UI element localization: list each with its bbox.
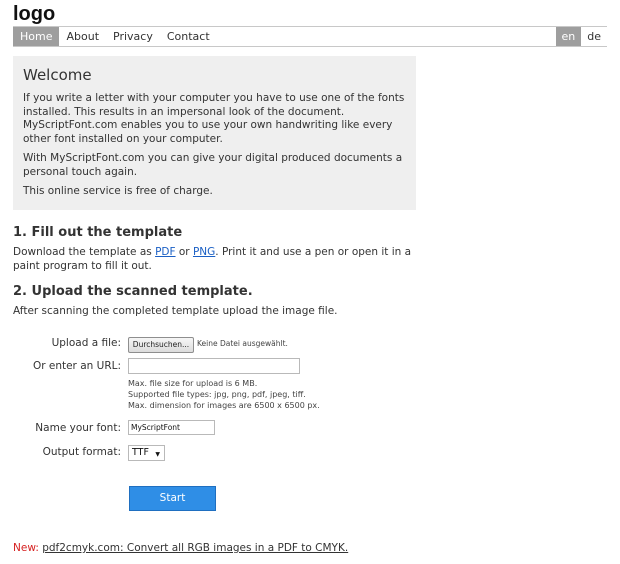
welcome-paragraph-2: With MyScriptFont.com you can give your …	[23, 152, 403, 178]
url-input[interactable]	[128, 358, 300, 374]
chevron-down-icon: ▼	[155, 451, 160, 458]
step1-text-or: or	[175, 246, 193, 258]
upload-label: Upload a file:	[51, 337, 121, 349]
welcome-paragraph-1: If you write a letter with your computer…	[23, 92, 405, 145]
nav-home[interactable]: Home	[13, 27, 60, 46]
new-label: New:	[13, 542, 39, 554]
step1-text-before: Download the template as	[13, 246, 156, 258]
dimension-info: Max. dimension for images are 6500 x 650…	[128, 401, 320, 410]
step1-heading: 1. Fill out the template	[13, 225, 183, 240]
output-format-select[interactable]: TTF ▼	[128, 445, 165, 461]
welcome-title: Welcome	[23, 66, 92, 84]
welcome-box: Welcome If you write a letter with your …	[13, 56, 416, 210]
nav-privacy[interactable]: Privacy	[106, 27, 160, 46]
language-switcher: en de	[555, 27, 608, 46]
url-label: Or enter an URL:	[32, 360, 121, 372]
browse-button[interactable]: Durchsuchen...	[128, 337, 194, 353]
no-file-status: Keine Datei ausgewählt.	[197, 339, 288, 348]
pdf2cmyk-link[interactable]: pdf2cmyk.com: Convert all RGB images in …	[42, 542, 348, 554]
step1-text: Download the template as PDF or PNG. Pri…	[13, 245, 423, 273]
font-name-label: Name your font:	[35, 422, 121, 434]
lang-en[interactable]: en	[555, 27, 582, 46]
nav-about[interactable]: About	[59, 27, 106, 46]
start-button[interactable]: Start	[129, 486, 216, 511]
welcome-paragraph-3: This online service is free of charge.	[23, 185, 213, 197]
file-size-info: Max. file size for upload is 6 MB.	[128, 379, 258, 388]
font-name-input[interactable]: MyScriptFont	[128, 420, 215, 435]
nav-contact[interactable]: Contact	[160, 27, 217, 46]
main-nav: Home About Privacy Contact	[13, 27, 217, 46]
step2-text: After scanning the completed template up…	[13, 305, 338, 317]
logo[interactable]: logo	[13, 3, 55, 26]
png-template-link[interactable]: PNG	[193, 246, 215, 258]
output-format-label: Output format:	[42, 446, 121, 458]
lang-de[interactable]: de	[581, 27, 607, 46]
pdf-template-link[interactable]: PDF	[155, 246, 175, 258]
file-types-info: Supported file types: jpg, png, pdf, jpe…	[128, 390, 306, 399]
footer-notice: New: pdf2cmyk.com: Convert all RGB image…	[13, 542, 348, 554]
top-navbar: Home About Privacy Contact en de	[13, 26, 607, 47]
output-format-value: TTF	[132, 447, 149, 458]
step2-heading: 2. Upload the scanned template.	[13, 284, 253, 299]
